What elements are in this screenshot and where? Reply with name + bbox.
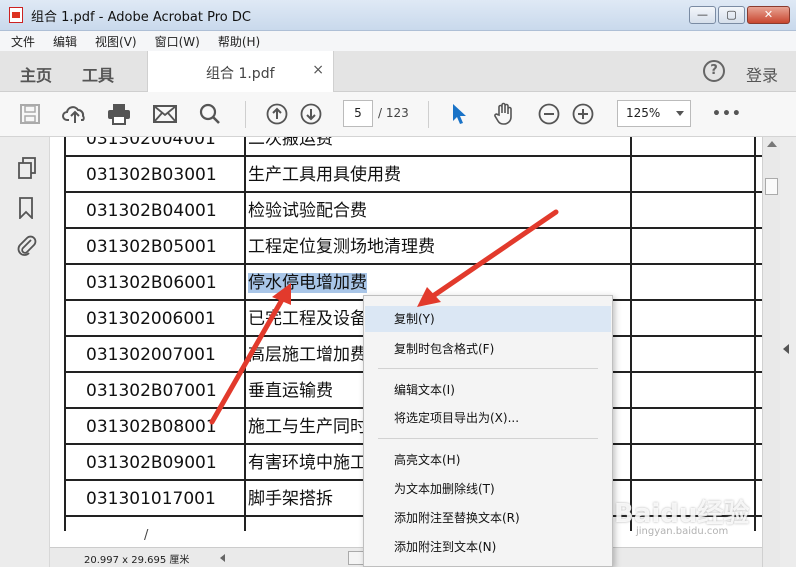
menu-separator — [378, 368, 598, 369]
table-border-right — [754, 137, 756, 531]
menu-item-highlight-text[interactable]: 高亮文本(H) — [365, 447, 611, 473]
scrollbar-thumb[interactable] — [765, 178, 778, 195]
scroll-up-icon[interactable] — [767, 141, 777, 147]
save-icon[interactable] — [19, 101, 41, 127]
scroll-left-icon[interactable] — [220, 554, 225, 562]
item-code[interactable]: 031302006001 — [86, 301, 246, 337]
tab-document[interactable]: 组合 1.pdf × — [147, 51, 334, 92]
menu-window[interactable]: 窗口(W) — [155, 33, 200, 50]
table-column-divider — [630, 137, 632, 531]
item-code[interactable]: 031302B05001 — [86, 229, 246, 265]
login-button[interactable]: 登录 — [746, 62, 778, 86]
menu-separator — [378, 438, 598, 439]
menu-file[interactable]: 文件 — [11, 33, 35, 50]
menu-edit[interactable]: 编辑 — [53, 33, 77, 50]
menu-item-add-replace-note[interactable]: 添加附注至替换文本(R) — [365, 505, 611, 531]
acrobat-app-icon — [9, 7, 23, 23]
menu-item-copy[interactable]: 复制(Y) — [365, 306, 611, 332]
document-tab-label: 组合 1.pdf — [206, 66, 275, 82]
toolbar-separator — [245, 101, 246, 128]
page-number-input[interactable]: 5 — [343, 100, 373, 127]
select-cursor-icon[interactable] — [451, 101, 467, 127]
window-title: 组合 1.pdf - Adobe Acrobat Pro DC — [31, 9, 251, 25]
item-code[interactable]: 031302B03001 — [86, 157, 246, 193]
left-navigation-panel — [0, 137, 50, 567]
item-name[interactable]: 检验试验配合费 — [248, 193, 367, 229]
item-name[interactable]: 生产工具用具使用费 — [248, 157, 401, 193]
minimize-button[interactable]: — — [689, 6, 716, 24]
maximize-button[interactable]: ▢ — [718, 6, 745, 24]
print-icon[interactable] — [107, 101, 131, 127]
expand-right-pane-icon[interactable] — [783, 344, 789, 354]
search-icon[interactable] — [199, 101, 221, 127]
page-dimensions: 20.997 x 29.695 厘米 — [84, 555, 190, 566]
title-bar: 组合 1.pdf - Adobe Acrobat Pro DC — ▢ ✕ — [0, 0, 796, 31]
item-name[interactable]: 停水停电增加费 — [248, 273, 367, 293]
cloud-upload-icon[interactable] — [62, 101, 88, 127]
menu-item-copy-with-formatting[interactable]: 复制时包含格式(F) — [365, 336, 611, 362]
zoom-out-icon[interactable] — [538, 101, 560, 127]
item-code[interactable]: 031301017001 — [86, 481, 246, 517]
close-window-button[interactable]: ✕ — [747, 6, 790, 24]
table-row: 031302B05001 工程定位复测场地清理费 — [64, 229, 762, 265]
menu-bar: 文件 编辑 视图(V) 窗口(W) 帮助(H) — [0, 31, 796, 51]
item-code[interactable]: 031302B07001 — [86, 373, 246, 409]
baidu-watermark: Baidu经验 — [614, 499, 750, 529]
item-code[interactable]: 031302B04001 — [86, 193, 246, 229]
window-controls: — ▢ ✕ — [689, 6, 790, 24]
more-tools-icon[interactable]: ••• — [712, 101, 742, 127]
item-name[interactable]: 工程定位复测场地清理费 — [248, 229, 435, 265]
menu-help[interactable]: 帮助(H) — [218, 33, 260, 50]
tab-tools[interactable]: 工具 — [82, 62, 114, 86]
tab-bar: 主页 工具 组合 1.pdf × ? 登录 — [0, 51, 796, 92]
item-code[interactable]: 031302B09001 — [86, 445, 246, 481]
table-row: 031302B03001 生产工具用具使用费 — [64, 157, 762, 193]
table-row: 031302004001 二次搬运费 — [64, 137, 762, 157]
attachment-icon[interactable] — [17, 234, 37, 259]
page-thumbnails-icon[interactable] — [17, 157, 37, 182]
zoom-in-icon[interactable] — [572, 101, 594, 127]
item-code[interactable]: 031302004001 — [86, 137, 246, 157]
email-icon[interactable] — [153, 101, 177, 127]
item-name[interactable]: 高层施工增加费 — [248, 337, 367, 373]
tab-home[interactable]: 主页 — [20, 62, 52, 86]
tick-mark: / — [144, 528, 149, 543]
item-name[interactable]: 脚手架搭拆 — [248, 481, 333, 517]
baidu-watermark-url: jingyan.baidu.com — [636, 526, 729, 537]
previous-page-icon[interactable] — [266, 101, 288, 127]
item-code[interactable]: 031302B08001 — [86, 409, 246, 445]
vertical-scrollbar[interactable] — [762, 137, 780, 567]
menu-item-strikethrough[interactable]: 为文本加删除线(T) — [365, 476, 611, 502]
item-name[interactable]: 二次搬运费 — [248, 137, 333, 157]
item-name[interactable]: 垂直运输费 — [248, 373, 333, 409]
selected-text-highlight[interactable]: 停水停电增加费 — [248, 271, 367, 295]
item-code[interactable]: 031302007001 — [86, 337, 246, 373]
zoom-value: 125% — [626, 106, 661, 120]
table-column-divider — [244, 137, 246, 531]
next-page-icon[interactable] — [300, 101, 322, 127]
menu-item-add-note-to-text[interactable]: 添加附注到文本(N) — [365, 534, 611, 560]
table-row: 031302B04001 检验试验配合费 — [64, 193, 762, 229]
menu-view[interactable]: 视图(V) — [95, 33, 137, 50]
close-tab-icon[interactable]: × — [312, 62, 324, 78]
menu-item-export-selection[interactable]: 将选定项目导出为(X)... — [365, 405, 611, 431]
item-code[interactable]: 031302B06001 — [86, 265, 246, 301]
bookmark-icon[interactable] — [17, 197, 35, 222]
help-icon[interactable]: ? — [703, 60, 725, 82]
table-border-left — [64, 137, 66, 531]
context-menu: 复制(Y) 复制时包含格式(F) 编辑文本(I) 将选定项目导出为(X)... … — [363, 295, 613, 567]
menu-item-edit-text[interactable]: 编辑文本(I) — [365, 377, 611, 403]
page-total: / 123 — [378, 106, 409, 120]
hand-tool-icon[interactable] — [492, 101, 516, 127]
chevron-down-icon — [676, 111, 684, 116]
toolbar-separator — [428, 101, 429, 128]
zoom-dropdown[interactable]: 125% — [617, 100, 691, 127]
